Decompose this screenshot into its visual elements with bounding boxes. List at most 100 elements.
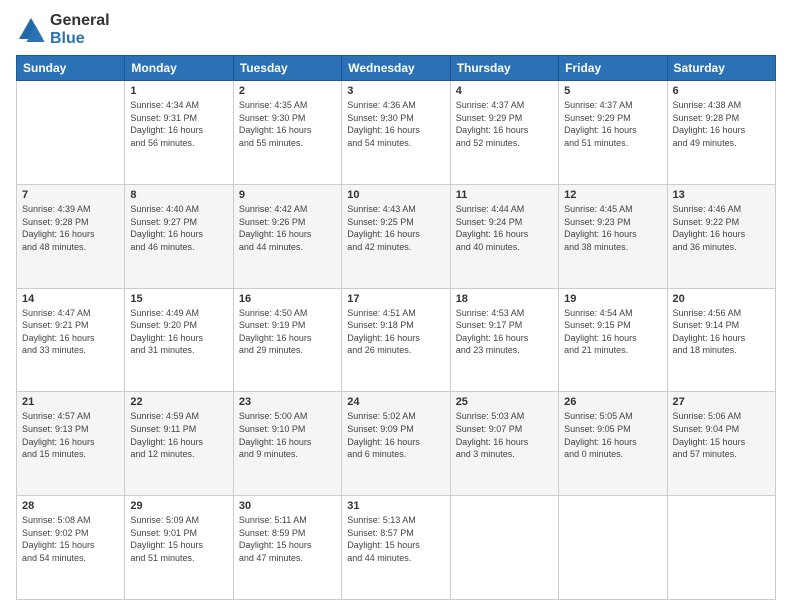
- day-info: Sunrise: 4:50 AMSunset: 9:19 PMDaylight:…: [239, 307, 336, 357]
- day-info: Sunrise: 4:57 AMSunset: 9:13 PMDaylight:…: [22, 410, 119, 460]
- day-number: 17: [347, 293, 444, 305]
- day-info: Sunrise: 4:39 AMSunset: 9:28 PMDaylight:…: [22, 203, 119, 253]
- day-info: Sunrise: 4:45 AMSunset: 9:23 PMDaylight:…: [564, 203, 661, 253]
- day-info: Sunrise: 4:44 AMSunset: 9:24 PMDaylight:…: [456, 203, 553, 253]
- day-number: 11: [456, 189, 553, 201]
- day-number: 19: [564, 293, 661, 305]
- day-info: Sunrise: 5:13 AMSunset: 8:57 PMDaylight:…: [347, 514, 444, 564]
- day-info: Sunrise: 4:38 AMSunset: 9:28 PMDaylight:…: [673, 99, 770, 149]
- calendar-header-row: SundayMondayTuesdayWednesdayThursdayFrid…: [17, 56, 776, 81]
- day-number: 3: [347, 85, 444, 97]
- logo-text: GeneralBlue: [50, 12, 110, 47]
- calendar-cell: 31Sunrise: 5:13 AMSunset: 8:57 PMDayligh…: [342, 496, 450, 600]
- day-info: Sunrise: 4:40 AMSunset: 9:27 PMDaylight:…: [130, 203, 227, 253]
- day-info: Sunrise: 4:51 AMSunset: 9:18 PMDaylight:…: [347, 307, 444, 357]
- calendar-cell: 21 Sunrise: 4:57 AMSunset: 9:13 PMDayligh…: [17, 392, 125, 496]
- day-number: 28: [22, 500, 119, 512]
- day-number: 9: [239, 189, 336, 201]
- calendar-cell: 18Sunrise: 4:53 AMSunset: 9:17 PMDayligh…: [450, 288, 558, 392]
- calendar-week-3: 21 Sunrise: 4:57 AMSunset: 9:13 PMDayligh…: [17, 392, 776, 496]
- calendar-cell: 23 Sunrise: 5:00 AMSunset: 9:10 PMDayligh…: [233, 392, 341, 496]
- day-info: Sunrise: 4:35 AMSunset: 9:30 PMDaylight:…: [239, 99, 336, 149]
- calendar-cell: 27Sunrise: 5:06 AMSunset: 9:04 PMDayligh…: [667, 392, 775, 496]
- day-number: 7: [22, 189, 119, 201]
- calendar-cell: [450, 496, 558, 600]
- calendar-cell: 1 Sunrise: 4:34 AMSunset: 9:31 PMDaylight…: [125, 81, 233, 185]
- calendar-header-friday: Friday: [559, 56, 667, 81]
- day-number: 13: [673, 189, 770, 201]
- calendar-cell: 4Sunrise: 4:37 AMSunset: 9:29 PMDaylight…: [450, 81, 558, 185]
- calendar-cell: 3 Sunrise: 4:36 AMSunset: 9:30 PMDaylight…: [342, 81, 450, 185]
- day-number: 20: [673, 293, 770, 305]
- calendar-cell: 26 Sunrise: 5:05 AMSunset: 9:05 PMDayligh…: [559, 392, 667, 496]
- day-number: 16: [239, 293, 336, 305]
- calendar-cell: 12 Sunrise: 4:45 AMSunset: 9:23 PMDayligh…: [559, 184, 667, 288]
- day-number: 1: [130, 85, 227, 97]
- calendar-cell: 29 Sunrise: 5:09 AMSunset: 9:01 PMDayligh…: [125, 496, 233, 600]
- calendar-week-1: 7 Sunrise: 4:39 AMSunset: 9:28 PMDaylight…: [17, 184, 776, 288]
- calendar-week-4: 28 Sunrise: 5:08 AMSunset: 9:02 PMDayligh…: [17, 496, 776, 600]
- calendar-cell: 25 Sunrise: 5:03 AMSunset: 9:07 PMDayligh…: [450, 392, 558, 496]
- day-info: Sunrise: 5:08 AMSunset: 9:02 PMDaylight:…: [22, 514, 119, 564]
- day-info: Sunrise: 4:43 AMSunset: 9:25 PMDaylight:…: [347, 203, 444, 253]
- calendar-header-monday: Monday: [125, 56, 233, 81]
- calendar-cell: [559, 496, 667, 600]
- day-info: Sunrise: 4:42 AMSunset: 9:26 PMDaylight:…: [239, 203, 336, 253]
- calendar-cell: 16 Sunrise: 4:50 AMSunset: 9:19 PMDayligh…: [233, 288, 341, 392]
- logo-icon: [16, 15, 46, 45]
- day-info: Sunrise: 5:03 AMSunset: 9:07 PMDaylight:…: [456, 410, 553, 460]
- calendar-cell: 17 Sunrise: 4:51 AMSunset: 9:18 PMDayligh…: [342, 288, 450, 392]
- day-number: 23: [239, 396, 336, 408]
- day-info: Sunrise: 5:02 AMSunset: 9:09 PMDaylight:…: [347, 410, 444, 460]
- day-number: 5: [564, 85, 661, 97]
- calendar-header-saturday: Saturday: [667, 56, 775, 81]
- day-info: Sunrise: 4:54 AMSunset: 9:15 PMDaylight:…: [564, 307, 661, 357]
- calendar-cell: 14 Sunrise: 4:47 AMSunset: 9:21 PMDayligh…: [17, 288, 125, 392]
- calendar-cell: 13 Sunrise: 4:46 AMSunset: 9:22 PMDayligh…: [667, 184, 775, 288]
- day-number: 8: [130, 189, 227, 201]
- calendar-table: SundayMondayTuesdayWednesdayThursdayFrid…: [16, 55, 776, 600]
- calendar-header-wednesday: Wednesday: [342, 56, 450, 81]
- day-info: Sunrise: 4:36 AMSunset: 9:30 PMDaylight:…: [347, 99, 444, 149]
- day-number: 26: [564, 396, 661, 408]
- day-number: 15: [130, 293, 227, 305]
- calendar-cell: 24 Sunrise: 5:02 AMSunset: 9:09 PMDayligh…: [342, 392, 450, 496]
- day-number: 12: [564, 189, 661, 201]
- calendar-cell: 6 Sunrise: 4:38 AMSunset: 9:28 PMDaylight…: [667, 81, 775, 185]
- day-info: Sunrise: 4:34 AMSunset: 9:31 PMDaylight:…: [130, 99, 227, 149]
- day-number: 14: [22, 293, 119, 305]
- calendar-header-tuesday: Tuesday: [233, 56, 341, 81]
- calendar-cell: 22Sunrise: 4:59 AMSunset: 9:11 PMDayligh…: [125, 392, 233, 496]
- calendar-cell: 7 Sunrise: 4:39 AMSunset: 9:28 PMDaylight…: [17, 184, 125, 288]
- calendar-cell: 2 Sunrise: 4:35 AMSunset: 9:30 PMDaylight…: [233, 81, 341, 185]
- day-number: 25: [456, 396, 553, 408]
- day-number: 24: [347, 396, 444, 408]
- day-number: 6: [673, 85, 770, 97]
- calendar-cell: 11 Sunrise: 4:44 AMSunset: 9:24 PMDayligh…: [450, 184, 558, 288]
- day-info: Sunrise: 4:46 AMSunset: 9:22 PMDaylight:…: [673, 203, 770, 253]
- day-info: Sunrise: 5:11 AMSunset: 8:59 PMDaylight:…: [239, 514, 336, 564]
- day-number: 21: [22, 396, 119, 408]
- page: GeneralBlue SundayMondayTuesdayWednesday…: [0, 0, 792, 612]
- day-info: Sunrise: 4:47 AMSunset: 9:21 PMDaylight:…: [22, 307, 119, 357]
- logo: GeneralBlue: [16, 12, 110, 47]
- day-number: 29: [130, 500, 227, 512]
- day-info: Sunrise: 5:05 AMSunset: 9:05 PMDaylight:…: [564, 410, 661, 460]
- day-info: Sunrise: 4:37 AMSunset: 9:29 PMDaylight:…: [456, 99, 553, 149]
- day-number: 10: [347, 189, 444, 201]
- calendar-week-2: 14 Sunrise: 4:47 AMSunset: 9:21 PMDayligh…: [17, 288, 776, 392]
- calendar-cell: 10 Sunrise: 4:43 AMSunset: 9:25 PMDayligh…: [342, 184, 450, 288]
- calendar-cell: 9 Sunrise: 4:42 AMSunset: 9:26 PMDaylight…: [233, 184, 341, 288]
- day-number: 27: [673, 396, 770, 408]
- day-info: Sunrise: 4:56 AMSunset: 9:14 PMDaylight:…: [673, 307, 770, 357]
- day-number: 2: [239, 85, 336, 97]
- day-info: Sunrise: 5:09 AMSunset: 9:01 PMDaylight:…: [130, 514, 227, 564]
- day-number: 30: [239, 500, 336, 512]
- day-info: Sunrise: 4:49 AMSunset: 9:20 PMDaylight:…: [130, 307, 227, 357]
- calendar-header-sunday: Sunday: [17, 56, 125, 81]
- calendar-cell: 15 Sunrise: 4:49 AMSunset: 9:20 PMDayligh…: [125, 288, 233, 392]
- calendar-week-0: 1 Sunrise: 4:34 AMSunset: 9:31 PMDaylight…: [17, 81, 776, 185]
- calendar-cell: 28 Sunrise: 5:08 AMSunset: 9:02 PMDayligh…: [17, 496, 125, 600]
- day-info: Sunrise: 5:00 AMSunset: 9:10 PMDaylight:…: [239, 410, 336, 460]
- calendar-cell: [667, 496, 775, 600]
